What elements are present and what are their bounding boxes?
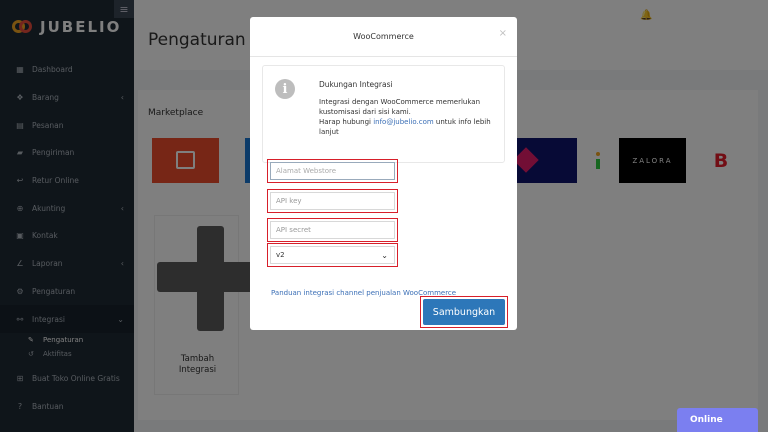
info-line-2: Harap hubungi info@jubelio.com untuk inf… [319, 117, 501, 137]
api-secret-field-wrap: API secret [267, 218, 398, 242]
version-select-wrap: v2 ⌄ [267, 243, 398, 267]
version-select-value: v2 [276, 251, 285, 259]
api-key-input[interactable]: API key [270, 192, 395, 210]
version-select[interactable]: v2 ⌄ [270, 246, 395, 264]
info-line-2-prefix: Harap hubungi [319, 118, 374, 126]
integration-info-box: i Dukungan Integrasi Integrasi dengan Wo… [262, 65, 505, 163]
api-key-field-wrap: API key [267, 189, 398, 213]
chevron-down-icon: ⌄ [381, 250, 388, 260]
api-secret-input[interactable]: API secret [270, 221, 395, 239]
modal-title: WooCommerce [353, 32, 414, 41]
woocommerce-modal: WooCommerce × i Dukungan Integrasi Integ… [250, 17, 517, 330]
store-address-field-wrap: Alamat Webstore [267, 159, 398, 183]
info-line-1: Integrasi dengan WooCommerce memerlukan … [319, 98, 481, 116]
online-status-button[interactable]: Online [677, 408, 758, 432]
support-email-link[interactable]: info@jubelio.com [373, 118, 433, 126]
connect-button[interactable]: Sambungkan [423, 299, 505, 325]
modal-header: WooCommerce × [250, 17, 517, 57]
store-address-input[interactable]: Alamat Webstore [270, 162, 395, 180]
connect-button-wrap: Sambungkan [420, 296, 508, 328]
info-icon: i [275, 79, 295, 99]
close-icon[interactable]: × [499, 28, 507, 39]
info-body: Integrasi dengan WooCommerce memerlukan … [319, 97, 501, 137]
info-title: Dukungan Integrasi [319, 80, 393, 89]
